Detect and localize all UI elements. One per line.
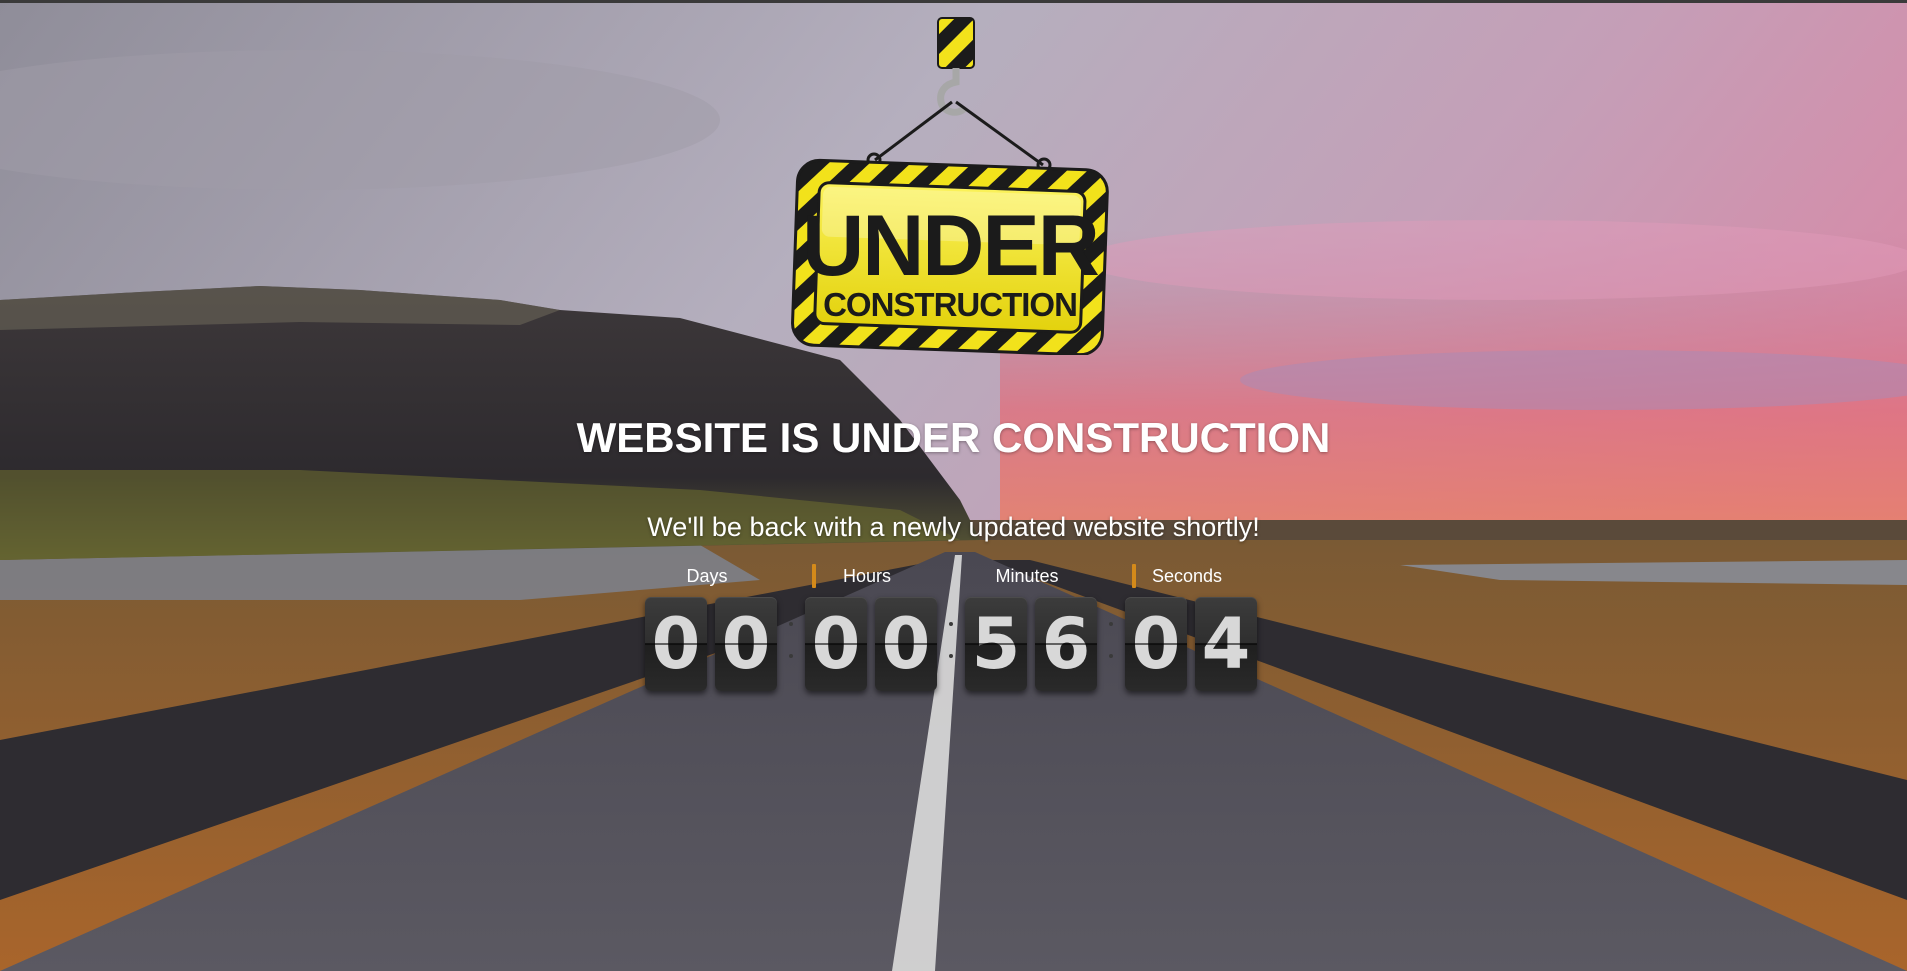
countdown-minutes: Minutes 5 6	[965, 564, 1115, 694]
countdown-hours: Hours 0 0	[805, 564, 955, 694]
countdown-separator	[949, 604, 953, 684]
countdown-label-minutes: Minutes	[995, 566, 1059, 586]
countdown-separator	[789, 604, 793, 684]
countdown-digit: 5	[965, 597, 1027, 691]
countdown-digit: 4	[1195, 597, 1257, 691]
countdown-digit: 0	[875, 597, 937, 691]
top-border	[0, 0, 1907, 3]
sign-text-under: UNDER	[802, 198, 1100, 294]
countdown-label-days: Days	[686, 566, 728, 586]
page-title: WEBSITE IS UNDER CONSTRUCTION	[576, 414, 1331, 461]
countdown-label-seconds: Seconds	[1151, 566, 1223, 586]
countdown-separator	[1109, 604, 1113, 684]
countdown-digit: 0	[805, 597, 867, 691]
sign-text-construction: CONSTRUCTION	[823, 286, 1078, 323]
countdown-timer: Days 0 0 Hours 0 0 Minutes 5 6 Seconds 0…	[645, 564, 1265, 694]
countdown-digit: 0	[1125, 597, 1187, 691]
countdown-label-hours: Hours	[842, 566, 891, 586]
countdown-digit: 0	[715, 597, 777, 691]
countdown-days: Days 0 0	[645, 564, 795, 694]
countdown-digit: 0	[645, 597, 707, 691]
page-subtitle: We'll be back with a newly updated websi…	[647, 512, 1260, 542]
under-construction-sign: UNDER CONSTRUCTION	[785, 10, 1115, 357]
countdown-seconds: Seconds 0 4	[1125, 564, 1275, 694]
countdown-digit: 6	[1035, 597, 1097, 691]
